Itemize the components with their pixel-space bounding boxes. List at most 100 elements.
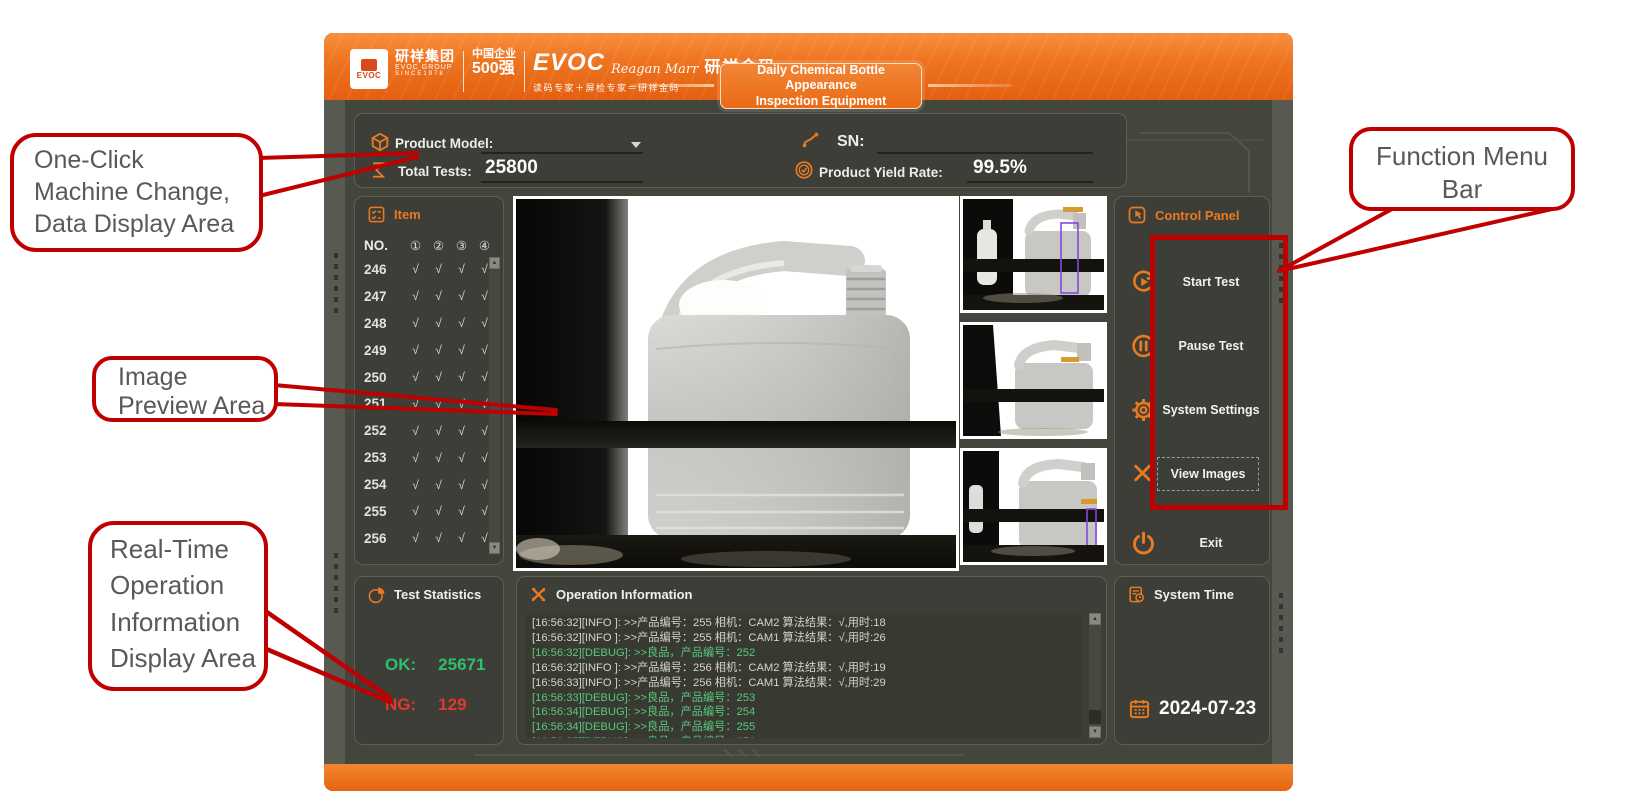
chevron-down-icon[interactable] bbox=[631, 142, 641, 148]
callout-text-line: Machine Change, bbox=[34, 177, 259, 209]
ng-value: 129 bbox=[438, 695, 466, 714]
item-table-header: NO.①②③④ bbox=[355, 234, 503, 256]
item-table-rows: 246√√√√247√√√√248√√√√249√√√√250√√√√251√√… bbox=[355, 256, 503, 552]
check-mark: √ bbox=[450, 397, 473, 411]
item-row[interactable]: 255√√√√ bbox=[355, 498, 503, 525]
log-line: [16:56:35][DEBUG]: >>良品，产品编号：256 bbox=[532, 735, 1075, 738]
preview-thumbnail-1[interactable] bbox=[960, 196, 1107, 313]
check-mark: √ bbox=[450, 316, 473, 330]
log-line: [16:56:34][DEBUG]: >>良品，产品编号：255 bbox=[532, 720, 1075, 735]
scroll-up-icon[interactable]: ▲ bbox=[1089, 613, 1101, 625]
scroll-down-icon[interactable]: ▼ bbox=[489, 542, 500, 554]
screenshot-canvas: EVOC 研祥集团 EVOC GROUP SINCE1978 中国企业 500强… bbox=[0, 0, 1651, 809]
total-tests-label: Total Tests: bbox=[398, 164, 472, 179]
ng-count-row: NG: 129 bbox=[385, 695, 467, 715]
brand-logo: EVOC 研祥集团 EVOC GROUP SINCE1978 中国企业 500强… bbox=[350, 49, 776, 94]
item-row[interactable]: 246√√√√ bbox=[355, 256, 503, 283]
log-scrollbar[interactable]: ▲ ▼ bbox=[1089, 613, 1101, 738]
yield-rate-value: 99.5% bbox=[973, 157, 1027, 179]
check-mark: √ bbox=[450, 424, 473, 438]
exit-button[interactable]: Exit bbox=[1115, 521, 1269, 565]
product-model-icon bbox=[369, 131, 391, 153]
check-mark: √ bbox=[427, 478, 450, 492]
item-col-4: ④ bbox=[473, 238, 496, 253]
callout-text-line: Bar bbox=[1353, 173, 1571, 206]
check-mark: √ bbox=[404, 343, 427, 357]
item-panel-title: Item bbox=[394, 207, 421, 222]
operation-information-panel: Operation Information [16:56:32][INFO ]:… bbox=[516, 576, 1107, 745]
callout-text-line: Preview Area bbox=[118, 392, 274, 421]
item-row-no: 250 bbox=[364, 370, 404, 385]
ok-count-row: OK: 25671 bbox=[385, 655, 485, 675]
check-mark: √ bbox=[404, 478, 427, 492]
check-mark: √ bbox=[450, 478, 473, 492]
item-row[interactable]: 253√√√√ bbox=[355, 444, 503, 471]
preview-thumbnail-3[interactable] bbox=[960, 448, 1107, 565]
check-mark: √ bbox=[450, 451, 473, 465]
log-line: [16:56:34][DEBUG]: >>良品，产品编号：254 bbox=[532, 705, 1075, 720]
item-row[interactable]: 247√√√√ bbox=[355, 283, 503, 310]
sn-route-icon bbox=[800, 129, 822, 151]
check-mark: √ bbox=[427, 289, 450, 303]
annotation-callout-operation-info: Real-TimeOperationInformationDisplay Are… bbox=[88, 521, 268, 691]
item-row[interactable]: 251√√√√ bbox=[355, 390, 503, 417]
system-time-title: System Time bbox=[1154, 587, 1234, 602]
check-mark: √ bbox=[427, 451, 450, 465]
image-preview-column bbox=[960, 196, 1107, 565]
control-panel-title: Control Panel bbox=[1155, 208, 1240, 223]
sn-label: SN: bbox=[837, 133, 865, 151]
item-row[interactable]: 252√√√√ bbox=[355, 417, 503, 444]
item-col-3: ③ bbox=[450, 238, 473, 253]
log-line: [16:56:32][INFO ]: >>产品编号：255 相机：CAM2 算法… bbox=[532, 616, 1075, 631]
item-row[interactable]: 248√√√√ bbox=[355, 310, 503, 337]
preview-thumbnail-2[interactable] bbox=[960, 322, 1107, 439]
check-mark: √ bbox=[427, 262, 450, 276]
bottle-photo bbox=[516, 199, 956, 568]
system-date-row: 2024-07-23 bbox=[1128, 697, 1256, 720]
annotation-callout-data-area: One-ClickMachine Change,Data Display Are… bbox=[10, 133, 263, 252]
item-row[interactable]: 250√√√√ bbox=[355, 364, 503, 391]
doc-clock-icon bbox=[1127, 585, 1146, 604]
check-mark: √ bbox=[404, 531, 427, 545]
item-scrollbar[interactable]: ▲ ▼ bbox=[489, 257, 500, 554]
scroll-up-icon[interactable]: ▲ bbox=[489, 257, 500, 269]
item-col-no: NO. bbox=[364, 238, 404, 253]
check-mark: √ bbox=[404, 262, 427, 276]
check-mark: √ bbox=[450, 370, 473, 384]
item-row-no: 247 bbox=[364, 289, 404, 304]
ok-value: 25671 bbox=[438, 655, 485, 674]
evoc-logo-icon: EVOC bbox=[350, 49, 388, 89]
log-line: [16:56:33][INFO ]: >>产品编号：256 相机：CAM1 算法… bbox=[532, 676, 1075, 691]
check-mark: √ bbox=[427, 343, 450, 357]
brand-top500-line2: 500强 bbox=[472, 61, 516, 78]
operation-log-viewport[interactable]: [16:56:32][INFO ]: >>产品编号：255 相机：CAM2 算法… bbox=[525, 613, 1082, 738]
checklist-icon bbox=[367, 205, 386, 224]
check-mark: √ bbox=[427, 504, 450, 518]
item-row-no: 251 bbox=[364, 396, 404, 411]
test-statistics-title: Test Statistics bbox=[394, 587, 481, 602]
check-mark: √ bbox=[404, 424, 427, 438]
log-line: [16:56:32][DEBUG]: >>良品，产品编号：252 bbox=[532, 646, 1075, 661]
control-item-label: Exit bbox=[1159, 536, 1263, 550]
item-row[interactable]: 256√√√√ bbox=[355, 525, 503, 552]
item-row[interactable]: 249√√√√ bbox=[355, 337, 503, 364]
app-window: EVOC 研祥集团 EVOC GROUP SINCE1978 中国企业 500强… bbox=[324, 33, 1293, 791]
annotation-callout-image-preview: ImagePreview Area bbox=[92, 356, 278, 422]
brand-evoc-wordmark: EVOC bbox=[533, 49, 605, 77]
item-row[interactable]: 254√√√√ bbox=[355, 471, 503, 498]
check-mark: √ bbox=[450, 262, 473, 276]
log-line: [16:56:32][INFO ]: >>产品编号：256 相机：CAM2 算法… bbox=[532, 661, 1075, 676]
callout-text-line: Display Area bbox=[110, 640, 264, 676]
log-line: [16:56:33][DEBUG]: >>良品，产品编号：253 bbox=[532, 691, 1075, 706]
brand-group-cn: 研祥集团 bbox=[395, 49, 455, 64]
check-mark: √ bbox=[427, 531, 450, 545]
scroll-down-icon[interactable]: ▼ bbox=[1089, 726, 1101, 738]
check-mark: √ bbox=[427, 370, 450, 384]
check-mark: √ bbox=[404, 451, 427, 465]
power-icon bbox=[1130, 530, 1157, 557]
ng-label: NG: bbox=[385, 695, 416, 714]
ok-label: OK: bbox=[385, 655, 416, 674]
callout-text-line: One-Click bbox=[34, 145, 259, 177]
pie-chart-icon bbox=[367, 585, 386, 604]
item-panel: Item NO.①②③④ 246√√√√247√√√√248√√√√249√√√… bbox=[354, 196, 504, 565]
